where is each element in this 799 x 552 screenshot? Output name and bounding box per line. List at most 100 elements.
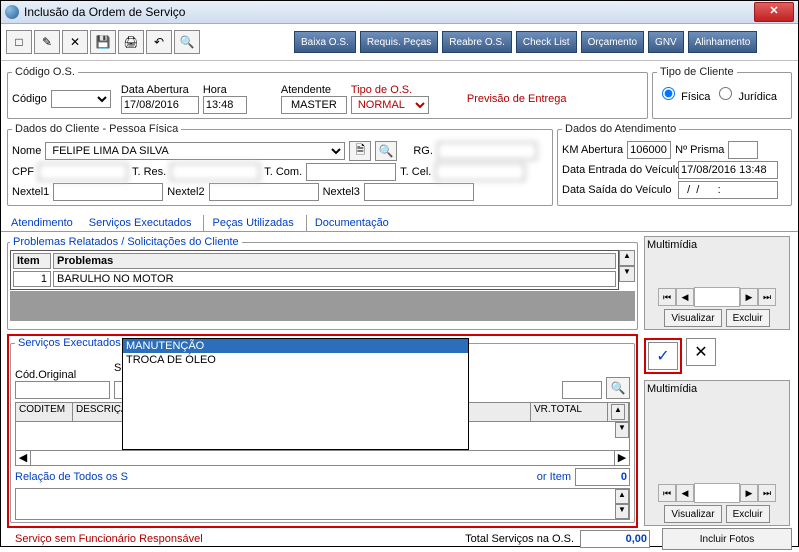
grid-scroll-up[interactable]: ▲ (611, 404, 625, 420)
relacao-label: Relação de Todos os S (15, 471, 128, 483)
total-value (580, 530, 650, 548)
entrada-label: Data Entrada do Veículo (562, 164, 674, 176)
tcom-input[interactable] (306, 163, 396, 181)
nav2-next[interactable]: ▶ (740, 484, 758, 502)
nav-next[interactable]: ▶ (740, 288, 758, 306)
tcel-input[interactable] (435, 163, 525, 181)
row1-item: 1 (13, 271, 51, 287)
hora-input[interactable] (203, 96, 247, 114)
servico-dropdown-panel: MANUTENÇÃO TROCA DE ÓLEO (122, 338, 469, 450)
col-problemas: Problemas (53, 253, 616, 269)
checklist-button[interactable]: Check List (516, 31, 577, 53)
orcamento-button[interactable]: Orçamento (581, 31, 644, 53)
nav-prev[interactable]: ◀ (676, 288, 694, 306)
tcel-label: T. Cel. (400, 166, 431, 178)
reabre-os-button[interactable]: Reabre O.S. (442, 31, 512, 53)
nav2-prev[interactable]: ◀ (676, 484, 694, 502)
edit-button[interactable]: ✎ (34, 30, 60, 54)
doc-icon: 🗎 (356, 141, 366, 162)
por-item-label: or Item (537, 471, 571, 483)
km-input[interactable] (627, 141, 671, 159)
fisica-radio[interactable] (662, 87, 675, 100)
problemas-table: Item Problemas 1 BARULHO NO MOTOR (10, 250, 619, 290)
nextel3-input[interactable] (364, 183, 474, 201)
col-coditem: CODITEM (16, 403, 73, 421)
tab-atendimento[interactable]: Atendimento (7, 215, 77, 231)
nome-search-button[interactable]: 🔍 (375, 141, 397, 161)
cpf-input[interactable] (38, 163, 128, 181)
saida-label: Data Saída do Veículo (562, 184, 674, 196)
km-label: KM Abertura (562, 144, 623, 156)
nome-select[interactable]: FELIPE LIMA DA SILVA (45, 142, 345, 160)
nav2-last[interactable]: ⏭ (758, 484, 776, 502)
problemas-fieldset: Problemas Relatados / Solicitações do Cl… (7, 236, 638, 330)
confirm-button[interactable]: ✓ (648, 342, 678, 370)
dados-cliente-fieldset: Dados do Cliente - Pessoa Física Nome FE… (7, 123, 553, 206)
nextel1-input[interactable] (53, 183, 163, 201)
nav-input[interactable] (694, 287, 740, 307)
fisica-radio-label[interactable]: Física (657, 84, 710, 103)
baixa-os-button[interactable]: Baixa O.S. (294, 31, 356, 53)
juridica-radio-label[interactable]: Jurídica (714, 84, 777, 103)
nav-last[interactable]: ⏭ (758, 288, 776, 306)
table-row[interactable]: 1 BARULHO NO MOTOR (13, 271, 616, 287)
nav-first[interactable]: ⏮ (658, 288, 676, 306)
nome-doc-button[interactable]: 🗎 (349, 141, 371, 161)
visualizar-button-1[interactable]: Visualizar (664, 309, 721, 327)
excluir-button-1[interactable]: Excluir (726, 309, 770, 327)
grid-scroll-down[interactable]: ▼ (615, 422, 629, 438)
visualizar-button-2[interactable]: Visualizar (664, 505, 721, 523)
find-button[interactable]: 🔍 (174, 30, 200, 54)
row1-prob: BARULHO NO MOTOR (53, 271, 616, 287)
cpf-label: CPF (12, 166, 34, 178)
gnv-button[interactable]: GNV (648, 31, 684, 53)
previsao-entrega-link[interactable]: Previsão de Entrega (467, 93, 567, 105)
col-item: Item (13, 253, 51, 269)
servico-extra-input[interactable] (562, 381, 602, 399)
dropdown-item-troca-oleo[interactable]: TROCA DE ÓLEO (123, 353, 468, 367)
dropdown-item-manutencao[interactable]: MANUTENÇÃO (123, 339, 468, 353)
tab-docs[interactable]: Documentação (306, 215, 393, 231)
cancel-button[interactable]: ✕ (686, 338, 716, 366)
tipo-os-select[interactable]: NORMAL (351, 96, 429, 114)
prisma-input[interactable] (728, 141, 758, 159)
delete-button[interactable]: ✕ (62, 30, 88, 54)
tab-servicos[interactable]: Serviços Executados (85, 215, 196, 231)
codigo-select[interactable] (51, 90, 111, 108)
nextel2-input[interactable] (209, 183, 319, 201)
cod-original-input[interactable] (15, 381, 110, 399)
multimidia-header-1: Multimídia (647, 239, 787, 251)
requis-pecas-button[interactable]: Requis. Peças (360, 31, 438, 53)
saida-input[interactable] (678, 181, 778, 199)
new-button[interactable]: □ (6, 30, 32, 54)
print-button[interactable]: 🖨 (118, 30, 144, 54)
grid-h-left[interactable]: ◀ (16, 451, 31, 465)
rel-scroll-down[interactable]: ▼ (615, 504, 629, 519)
save-button[interactable]: 💾 (90, 30, 116, 54)
scroll-up[interactable]: ▲ (619, 250, 635, 266)
tres-input[interactable] (170, 163, 260, 181)
close-button[interactable]: ✕ (754, 2, 794, 22)
undo-button[interactable]: ↶ (146, 30, 172, 54)
nav2-first[interactable]: ⏮ (658, 484, 676, 502)
juridica-radio[interactable] (719, 87, 732, 100)
atendente-input[interactable] (281, 96, 347, 114)
entrada-input[interactable] (678, 161, 778, 179)
scroll-down[interactable]: ▼ (619, 266, 635, 282)
title-bar: Inclusão da Ordem de Serviço ✕ (1, 1, 798, 24)
problemas-scroll: ▲ ▼ (619, 250, 635, 290)
alinhamento-button[interactable]: Alinhamento (688, 31, 758, 53)
rg-input[interactable] (437, 142, 537, 160)
problemas-legend: Problemas Relatados / Solicitações do Cl… (10, 236, 242, 248)
nextel3-label: Nextel3 (323, 186, 360, 198)
grid-h-right[interactable]: ▶ (614, 451, 629, 465)
servico-search-button[interactable]: 🔍 (606, 377, 630, 399)
data-abertura-input[interactable] (121, 96, 199, 114)
toolbar: □ ✎ ✕ 💾 🖨 ↶ 🔍 Baixa O.S. Requis. Peças R… (1, 24, 798, 61)
tab-pecas[interactable]: Peças Utilizadas (203, 215, 297, 231)
tres-label: T. Res. (132, 166, 166, 178)
excluir-button-2[interactable]: Excluir (726, 505, 770, 523)
tcom-label: T. Com. (264, 166, 302, 178)
nav2-input[interactable] (694, 483, 740, 503)
rel-scroll-up[interactable]: ▲ (615, 489, 629, 504)
